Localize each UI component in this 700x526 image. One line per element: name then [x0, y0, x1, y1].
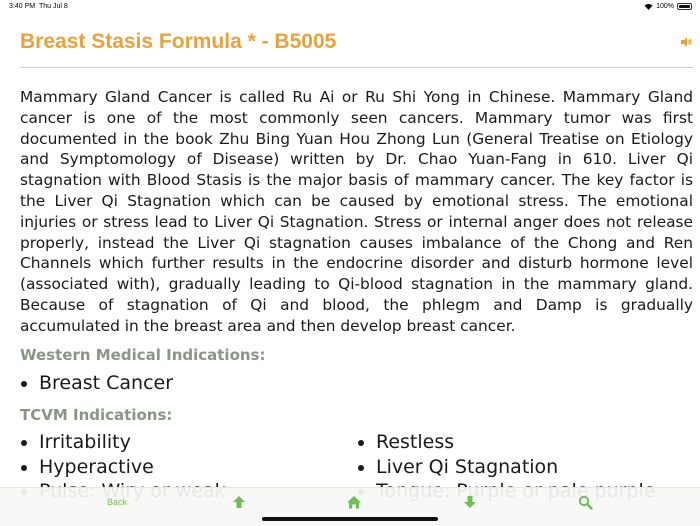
wifi-icon [644, 3, 653, 10]
list-item: Breast Cancer [20, 371, 173, 396]
home-indicator[interactable] [262, 517, 438, 521]
list-item: Restless [357, 430, 655, 455]
battery-percent: 100% [656, 3, 674, 10]
title-divider [20, 67, 693, 68]
tcvm-indications-heading: TCVM Indications: [20, 406, 173, 424]
arrow-down-icon[interactable] [463, 495, 477, 509]
status-time-date: 3:40 PM Thu Jul 8 [9, 3, 68, 10]
page-title: Breast Stasis Formula * - B5005 [20, 30, 337, 53]
search-icon[interactable] [578, 495, 593, 510]
status-bar: 3:40 PM Thu Jul 8 100% [0, 0, 700, 14]
formula-description: Mammary Gland Cancer is called Ru Ai or … [20, 88, 693, 335]
list-item: Irritability [20, 430, 226, 455]
status-date: Thu Jul 8 [38, 3, 68, 10]
list-item: Hyperactive [20, 455, 226, 480]
battery-icon [677, 3, 692, 10]
western-indications-list: Breast Cancer [20, 371, 173, 396]
header: Breast Stasis Formula * - B5005 [20, 30, 692, 60]
status-indicators: 100% [644, 3, 692, 10]
arrow-up-icon[interactable] [232, 495, 246, 509]
status-time: 3:40 PM [9, 3, 36, 10]
home-icon[interactable] [346, 495, 362, 509]
speaker-icon[interactable] [680, 36, 692, 48]
back-button[interactable]: Back [107, 497, 127, 507]
western-indications-heading: Western Medical Indications: [20, 346, 266, 364]
list-item: Liver Qi Stagnation [357, 455, 655, 480]
